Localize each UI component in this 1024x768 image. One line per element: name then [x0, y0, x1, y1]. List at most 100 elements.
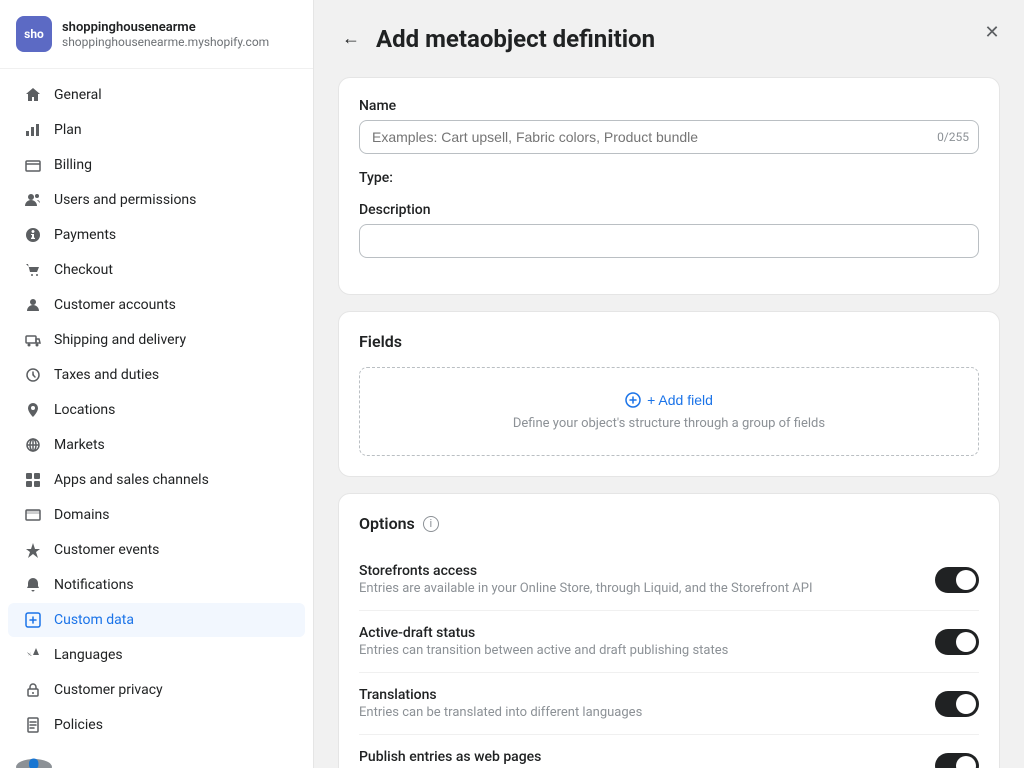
payments-icon	[24, 226, 42, 244]
shipping-icon	[24, 331, 42, 349]
chart-icon	[24, 121, 42, 139]
name-input[interactable]	[359, 120, 979, 154]
sidebar-label-customer-events: Customer events	[54, 542, 159, 558]
sidebar-label-apps: Apps and sales channels	[54, 472, 209, 488]
option-name-publish-web-pages: Publish entries as web pages	[359, 749, 935, 765]
sidebar-label-taxes: Taxes and duties	[54, 367, 159, 383]
sidebar-label-shipping: Shipping and delivery	[54, 332, 186, 348]
option-row-translations: Translations Entries can be translated i…	[359, 673, 979, 735]
sidebar-label-policies: Policies	[54, 717, 103, 733]
store-name: shoppinghousenearme	[62, 20, 269, 35]
sidebar: sho shoppinghousenearme shoppinghousenea…	[0, 0, 314, 768]
sidebar-item-customer-events[interactable]: Customer events	[8, 533, 305, 567]
name-input-wrapper: 0/255	[359, 120, 979, 154]
page-title: Add metaobject definition	[376, 25, 655, 53]
store-avatar: sho	[16, 16, 52, 52]
page-header: ← Add metaobject definition	[338, 24, 1000, 53]
toggle-publish-web-pages[interactable]	[935, 753, 979, 768]
bell-icon	[24, 576, 42, 594]
sidebar-item-locations[interactable]: Locations	[8, 393, 305, 427]
toggle-translations[interactable]	[935, 691, 979, 717]
sidebar-label-customer-accounts: Customer accounts	[54, 297, 176, 313]
description-input[interactable]	[359, 224, 979, 258]
sidebar-label-billing: Billing	[54, 157, 92, 173]
sidebar-item-customer-privacy[interactable]: Customer privacy	[8, 673, 305, 707]
sidebar-item-markets[interactable]: Markets	[8, 428, 305, 462]
events-icon	[24, 541, 42, 559]
apps-icon	[24, 471, 42, 489]
users-icon	[24, 191, 42, 209]
option-text-storefronts-access: Storefronts access Entries are available…	[359, 563, 935, 596]
policies-icon	[24, 716, 42, 734]
add-field-description: Define your object's structure through a…	[513, 416, 825, 431]
main-content: ✕ ← Add metaobject definition Name 0/255…	[314, 0, 1024, 768]
info-icon[interactable]: i	[423, 516, 439, 532]
definition-card: Name 0/255 Type: Description	[338, 77, 1000, 295]
back-button[interactable]: ←	[338, 24, 364, 53]
options-card: Options i Storefronts access Entries are…	[338, 493, 1000, 768]
option-row-publish-web-pages: Publish entries as web pages Entries can…	[359, 735, 979, 768]
name-group: Name 0/255	[359, 98, 979, 154]
sidebar-item-languages[interactable]: Languages	[8, 638, 305, 672]
location-icon	[24, 401, 42, 419]
option-desc-translations: Entries can be translated into different…	[359, 705, 935, 720]
user-avatar[interactable]: 👤	[16, 759, 52, 768]
type-group: Type:	[359, 170, 979, 186]
toggle-storefronts-access[interactable]	[935, 567, 979, 593]
option-row-storefronts-access: Storefronts access Entries are available…	[359, 549, 979, 611]
billing-icon	[24, 156, 42, 174]
char-counter: 0/255	[937, 130, 969, 144]
sidebar-label-checkout: Checkout	[54, 262, 113, 278]
sidebar-item-billing[interactable]: Billing	[8, 148, 305, 182]
sidebar-item-checkout[interactable]: Checkout	[8, 253, 305, 287]
option-text-translations: Translations Entries can be translated i…	[359, 687, 935, 720]
sidebar-item-notifications[interactable]: Notifications	[8, 568, 305, 602]
sidebar-label-notifications: Notifications	[54, 577, 134, 593]
sidebar-item-policies[interactable]: Policies	[8, 708, 305, 742]
option-name-translations: Translations	[359, 687, 935, 703]
option-name-active-draft-status: Active-draft status	[359, 625, 935, 641]
sidebar-label-users: Users and permissions	[54, 192, 196, 208]
sidebar-item-shipping[interactable]: Shipping and delivery	[8, 323, 305, 357]
customer-icon	[24, 296, 42, 314]
option-text-publish-web-pages: Publish entries as web pages Entries can…	[359, 749, 935, 768]
name-label: Name	[359, 98, 979, 114]
sidebar-item-custom-data[interactable]: Custom data	[8, 603, 305, 637]
toggle-active-draft-status[interactable]	[935, 629, 979, 655]
option-row-active-draft-status: Active-draft status Entries can transiti…	[359, 611, 979, 673]
sidebar-label-customer-privacy: Customer privacy	[54, 682, 163, 698]
sidebar-label-general: General	[54, 87, 102, 103]
sidebar-label-markets: Markets	[54, 437, 105, 453]
home-icon	[24, 86, 42, 104]
languages-icon	[24, 646, 42, 664]
sidebar-item-apps[interactable]: Apps and sales channels	[8, 463, 305, 497]
sidebar-item-taxes[interactable]: Taxes and duties	[8, 358, 305, 392]
description-group: Description	[359, 202, 979, 258]
sidebar-item-domains[interactable]: Domains	[8, 498, 305, 532]
store-info: shoppinghousenearme shoppinghousenearme.…	[62, 20, 269, 49]
sidebar-item-users[interactable]: Users and permissions	[8, 183, 305, 217]
options-header: Options i	[359, 514, 979, 533]
close-button[interactable]: ✕	[976, 16, 1008, 48]
privacy-icon	[24, 681, 42, 699]
store-url: shoppinghousenearme.myshopify.com	[62, 35, 269, 49]
sidebar-item-general[interactable]: General	[8, 78, 305, 112]
fields-title: Fields	[359, 332, 979, 351]
options-list: Storefronts access Entries are available…	[359, 549, 979, 768]
sidebar-label-domains: Domains	[54, 507, 109, 523]
option-name-storefronts-access: Storefronts access	[359, 563, 935, 579]
store-header[interactable]: sho shoppinghousenearme shoppinghousenea…	[0, 0, 313, 69]
sidebar-label-languages: Languages	[54, 647, 123, 663]
add-field-button[interactable]: + Add field	[625, 392, 713, 408]
sidebar-item-plan[interactable]: Plan	[8, 113, 305, 147]
nav-list: General Plan Billing Users and permissio…	[0, 69, 313, 751]
fields-card: Fields + Add field Define your object's …	[338, 311, 1000, 477]
sidebar-label-payments: Payments	[54, 227, 116, 243]
sidebar-item-customer-accounts[interactable]: Customer accounts	[8, 288, 305, 322]
custom-icon	[24, 611, 42, 629]
description-label: Description	[359, 202, 979, 218]
markets-icon	[24, 436, 42, 454]
add-field-box: + Add field Define your object's structu…	[359, 367, 979, 456]
plus-circle-icon	[625, 392, 641, 408]
sidebar-item-payments[interactable]: Payments	[8, 218, 305, 252]
